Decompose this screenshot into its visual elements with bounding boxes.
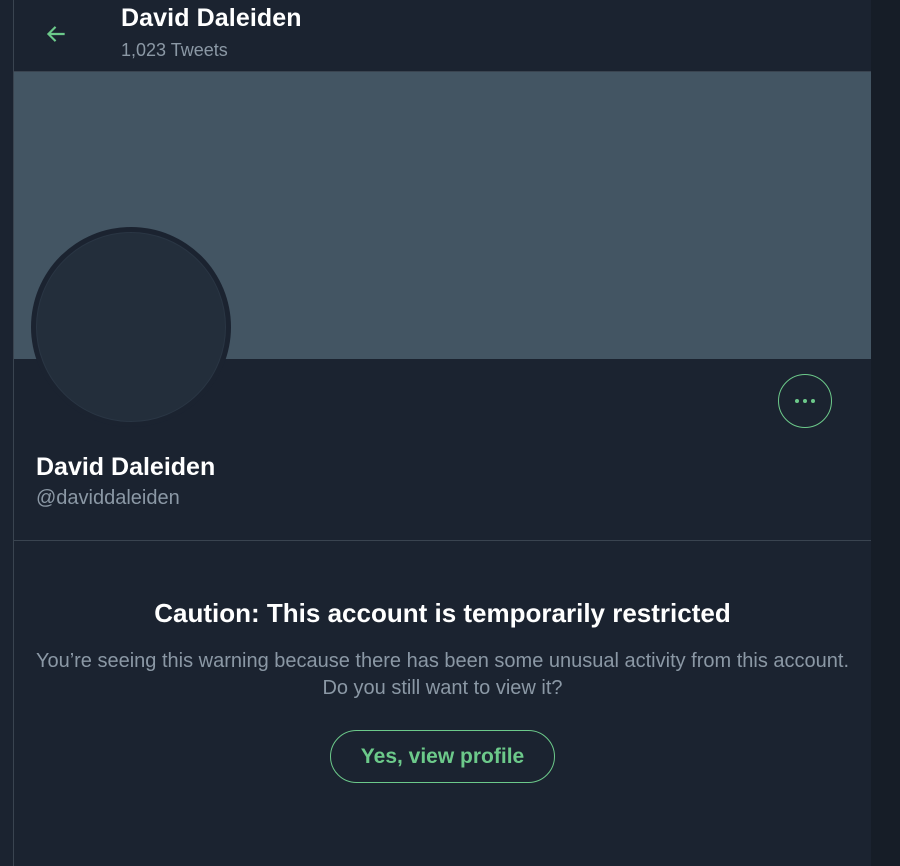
back-arrow-icon [46, 26, 65, 42]
header-title: David Daleiden [121, 4, 302, 32]
tweet-count: 1,023 Tweets [121, 40, 228, 60]
profile-column: David Daleiden 1,023 Tweets David Daleid… [13, 0, 872, 866]
warning-message: You’re seeing this warning because there… [35, 650, 850, 699]
avatar[interactable] [31, 227, 231, 427]
page: David Daleiden 1,023 Tweets David Daleid… [0, 0, 900, 866]
divider [14, 540, 871, 541]
warning-title: Caution: This account is temporarily res… [154, 598, 731, 628]
back-button[interactable] [36, 14, 76, 54]
right-gutter [871, 0, 900, 866]
view-profile-button[interactable]: Yes, view profile [330, 730, 555, 783]
profile-name: David Daleiden [36, 453, 216, 481]
avatar-placeholder [36, 232, 226, 422]
more-horizontal-icon [793, 399, 817, 403]
more-options-button[interactable] [778, 374, 832, 428]
profile-header: David Daleiden 1,023 Tweets [14, 0, 871, 72]
profile-handle: @daviddaleiden [36, 487, 180, 509]
